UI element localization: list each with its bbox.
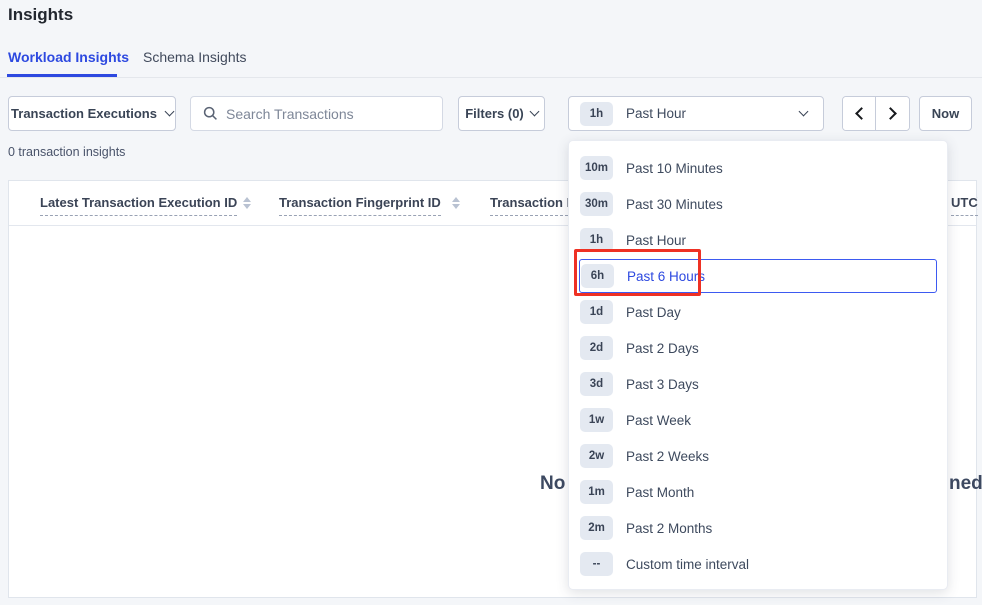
- time-dropdown-list: 10m Past 10 Minutes 30m Past 30 Minutes …: [569, 150, 947, 582]
- time-dropdown-item[interactable]: 6h Past 6 Hours: [579, 259, 937, 293]
- view-selector-button[interactable]: Transaction Executions: [8, 96, 176, 131]
- chevron-down-icon: [165, 107, 175, 117]
- time-option-label: Past 6 Hours: [627, 269, 705, 284]
- time-dropdown-item[interactable]: 1w Past Week: [569, 402, 947, 438]
- time-option-label: Past 2 Weeks: [626, 449, 709, 464]
- sort-icon[interactable]: [452, 197, 460, 209]
- column-header-transaction-execution-clipped[interactable]: Transaction Ex: [490, 195, 578, 216]
- search-icon: [203, 106, 218, 121]
- time-option-label: Past Day: [626, 305, 681, 320]
- filters-label: Filters (0): [465, 106, 524, 121]
- time-option-badge: --: [580, 552, 613, 576]
- insights-count-text: 0 transaction insights: [8, 145, 125, 159]
- time-option-label: Past 3 Days: [626, 377, 699, 392]
- time-option-badge: 2d: [580, 336, 613, 360]
- time-option-badge: 1w: [580, 408, 613, 432]
- time-option-badge: 30m: [580, 192, 613, 216]
- time-dropdown-item[interactable]: 30m Past 30 Minutes: [569, 186, 947, 222]
- filters-button[interactable]: Filters (0): [458, 96, 545, 131]
- time-option-badge: 1h: [580, 228, 613, 252]
- time-option-label: Past Month: [626, 485, 694, 500]
- view-selector-label: Transaction Executions: [11, 106, 157, 121]
- time-dropdown-item[interactable]: 10m Past 10 Minutes: [569, 150, 947, 186]
- chevron-down-icon: [799, 107, 809, 117]
- next-interval-button[interactable]: [876, 97, 909, 130]
- chevron-right-icon: [884, 107, 897, 120]
- time-dropdown-item[interactable]: 2m Past 2 Months: [569, 510, 947, 546]
- time-option-badge: 1m: [580, 480, 613, 504]
- insights-page: Insights Workload Insights Schema Insigh…: [0, 0, 982, 605]
- chevron-down-icon: [529, 107, 539, 117]
- tab-workload-insights[interactable]: Workload Insights: [8, 49, 129, 65]
- time-dropdown-item[interactable]: -- Custom time interval: [569, 546, 947, 582]
- time-option-badge: 2m: [580, 516, 613, 540]
- time-option-label: Past Week: [626, 413, 691, 428]
- search-input[interactable]: [226, 106, 426, 122]
- previous-interval-button[interactable]: [843, 97, 876, 130]
- time-dropdown-item[interactable]: 1h Past Hour: [569, 222, 947, 258]
- column-header-transaction-fingerprint-id[interactable]: Transaction Fingerprint ID: [279, 195, 441, 216]
- time-interval-badge: 1h: [580, 102, 613, 126]
- time-option-badge: 3d: [580, 372, 613, 396]
- time-dropdown-item[interactable]: 1d Past Day: [569, 294, 947, 330]
- search-box[interactable]: [190, 96, 443, 131]
- time-dropdown-item[interactable]: 2w Past 2 Weeks: [569, 438, 947, 474]
- tab-schema-insights[interactable]: Schema Insights: [143, 49, 247, 65]
- time-option-label: Past 30 Minutes: [626, 197, 723, 212]
- time-dropdown-item[interactable]: 3d Past 3 Days: [569, 366, 947, 402]
- time-step-buttons: [842, 96, 910, 131]
- time-option-label: Past 10 Minutes: [626, 161, 723, 176]
- time-dropdown-item[interactable]: 1m Past Month: [569, 474, 947, 510]
- sort-icon[interactable]: [243, 197, 251, 209]
- time-option-label: Past 2 Days: [626, 341, 699, 356]
- now-button[interactable]: Now: [919, 96, 972, 131]
- chevron-left-icon: [855, 107, 868, 120]
- time-option-badge: 10m: [580, 156, 613, 180]
- empty-state-text-fragment-right: ned.: [949, 473, 982, 495]
- time-interval-label: Past Hour: [626, 106, 686, 121]
- column-header-latest-transaction-execution-id[interactable]: Latest Transaction Execution ID: [40, 195, 237, 216]
- time-option-label: Custom time interval: [626, 557, 749, 572]
- time-option-label: Past 2 Months: [626, 521, 712, 536]
- active-tab-underline: [7, 74, 117, 77]
- time-interval-dropdown-menu: 10m Past 10 Minutes 30m Past 30 Minutes …: [568, 140, 948, 590]
- time-option-badge: 2w: [580, 444, 613, 468]
- time-interval-selector[interactable]: 1h Past Hour: [568, 96, 824, 131]
- tabs-divider: [0, 77, 982, 78]
- time-dropdown-item[interactable]: 2d Past 2 Days: [569, 330, 947, 366]
- time-option-badge: 6h: [581, 264, 614, 288]
- column-header-utc-clipped[interactable]: UTC): [951, 195, 978, 216]
- page-title: Insights: [8, 5, 73, 25]
- time-option-label: Past Hour: [626, 233, 686, 248]
- time-option-badge: 1d: [580, 300, 613, 324]
